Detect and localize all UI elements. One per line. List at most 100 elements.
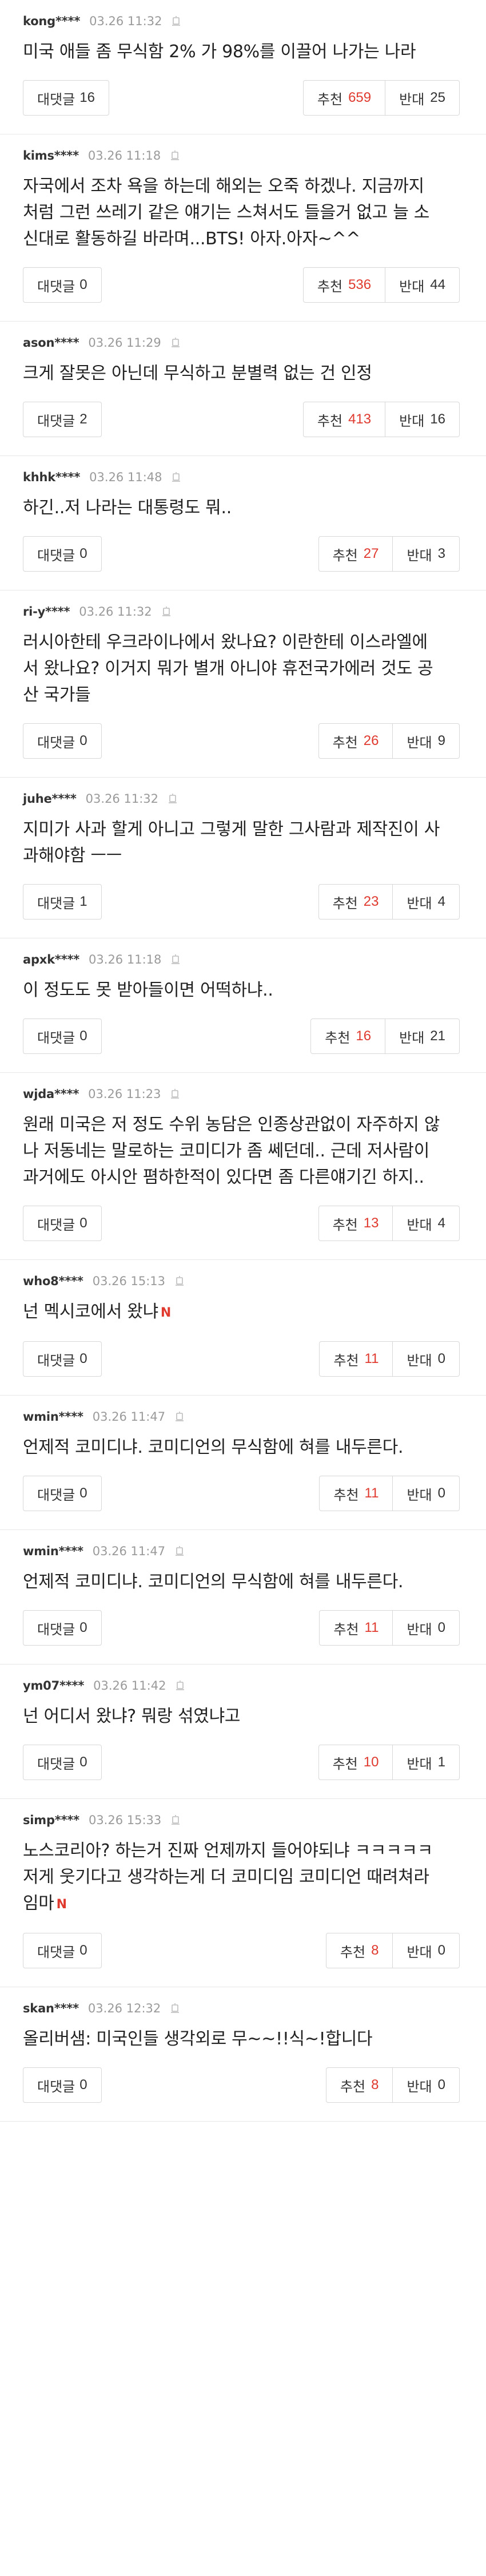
comment-meta: kong**** 03.26 11:32 (23, 0, 460, 34)
downvote-label: 반대 (407, 1944, 432, 1960)
report-icon[interactable] (173, 1410, 186, 1423)
upvote-button[interactable]: 추천 659 (302, 80, 386, 116)
upvote-button[interactable]: 추천 8 (325, 1933, 393, 1968)
reply-button[interactable]: 대댓글 0 (23, 1745, 102, 1780)
reply-button[interactable]: 대댓글 0 (23, 1341, 102, 1377)
downvote-button[interactable]: 반대 16 (385, 402, 460, 437)
report-icon[interactable] (160, 605, 173, 618)
reply-button[interactable]: 대댓글 0 (23, 1610, 102, 1646)
comment-meta: wjda**** 03.26 11:23 (23, 1073, 460, 1107)
comment-username[interactable]: skan**** (23, 2002, 79, 2015)
reply-label: 대댓글 (37, 1030, 75, 1046)
upvote-button[interactable]: 추천 26 (318, 723, 393, 759)
comment-text-line: 처럼 그런 쓰레기 같은 얘기는 스쳐서도 들을거 없고 늘 소 (23, 203, 430, 223)
comment-username[interactable]: ym07**** (23, 1679, 84, 1693)
report-icon[interactable] (170, 15, 182, 27)
reply-button[interactable]: 대댓글 0 (23, 536, 102, 572)
upvote-button[interactable]: 추천 27 (318, 536, 393, 572)
downvote-button[interactable]: 반대 4 (393, 884, 460, 920)
report-icon[interactable] (169, 1088, 181, 1100)
upvote-button[interactable]: 추천 16 (310, 1018, 386, 1054)
downvote-label: 반대 (407, 2079, 432, 2095)
downvote-label: 반대 (407, 548, 432, 564)
reply-count: 0 (79, 277, 87, 292)
reply-button[interactable]: 대댓글 0 (23, 1933, 102, 1968)
report-icon[interactable] (169, 1814, 182, 1826)
upvote-label: 추천 (325, 1030, 350, 1046)
downvote-button[interactable]: 반대 0 (393, 1610, 460, 1646)
downvote-count: 9 (437, 733, 445, 748)
upvote-label: 추천 (317, 279, 343, 295)
comment-item: ri-y**** 03.26 11:32 러시아한테 우크라이나에서 왔나요? … (0, 591, 486, 778)
upvote-button[interactable]: 추천 13 (318, 1206, 393, 1241)
report-icon[interactable] (173, 1275, 186, 1287)
reply-button[interactable]: 대댓글 0 (23, 1476, 102, 1511)
upvote-button[interactable]: 추천 10 (318, 1745, 393, 1780)
comment-username[interactable]: ason**** (23, 336, 79, 350)
upvote-button[interactable]: 추천 11 (319, 1341, 393, 1377)
report-icon[interactable] (169, 953, 182, 966)
reply-count: 0 (79, 2077, 87, 2092)
comment-username[interactable]: juhe**** (23, 792, 77, 806)
upvote-label: 추천 (332, 548, 358, 564)
upvote-button[interactable]: 추천 536 (302, 267, 386, 303)
downvote-button[interactable]: 반대 3 (393, 536, 460, 572)
report-icon[interactable] (173, 1545, 186, 1558)
comment-username[interactable]: simp**** (23, 1813, 79, 1827)
downvote-button[interactable]: 반대 44 (385, 267, 460, 303)
reply-button[interactable]: 대댓글 2 (23, 402, 102, 437)
reply-button[interactable]: 대댓글 0 (23, 267, 102, 303)
reply-button[interactable]: 대댓글 16 (23, 80, 109, 116)
comment-username[interactable]: apxk**** (23, 953, 79, 966)
comment-item: skan**** 03.26 12:32 올리버샘: 미국인들 생각외로 무~~… (0, 1987, 486, 2122)
downvote-button[interactable]: 반대 0 (393, 1476, 460, 1511)
downvote-button[interactable]: 반대 1 (393, 1745, 460, 1780)
comment-username[interactable]: kims**** (23, 149, 79, 163)
comment-username[interactable]: wjda**** (23, 1087, 79, 1101)
reply-count: 0 (79, 546, 87, 561)
downvote-button[interactable]: 반대 21 (385, 1018, 460, 1054)
report-icon[interactable] (174, 1679, 186, 1692)
comment-username[interactable]: who8**** (23, 1274, 83, 1288)
downvote-count: 0 (437, 2077, 445, 2092)
comment-actions: 대댓글 0 추천 10 반대 1 (23, 1730, 460, 1798)
upvote-button[interactable]: 추천 413 (302, 402, 386, 437)
upvote-count: 11 (364, 1485, 379, 1501)
upvote-button[interactable]: 추천 11 (319, 1476, 393, 1511)
reply-button[interactable]: 대댓글 0 (23, 1206, 102, 1241)
upvote-count: 10 (363, 1754, 379, 1770)
downvote-button[interactable]: 반대 4 (393, 1206, 460, 1241)
downvote-label: 반대 (407, 1622, 432, 1638)
downvote-button[interactable]: 반대 9 (393, 723, 460, 759)
reply-button[interactable]: 대댓글 0 (23, 723, 102, 759)
comment-item: kong**** 03.26 11:32 미국 애들 좀 무식함 2% 가 98… (0, 0, 486, 134)
upvote-button[interactable]: 추천 11 (319, 1610, 393, 1646)
comment-text: 지미가 사과 할게 아니고 그렇게 말한 그사람과 제작진이 사 과해야함 ㅡㅡ (23, 812, 460, 869)
downvote-button[interactable]: 반대 0 (393, 2067, 460, 2103)
comment-text-line: 언제적 코미디냐. 코미디언의 무식함에 혀를 내두른다. (23, 1437, 404, 1457)
reply-button[interactable]: 대댓글 0 (23, 2067, 102, 2103)
report-icon[interactable] (169, 336, 182, 349)
comment-username[interactable]: kong**** (23, 14, 80, 28)
comment-item: wmin**** 03.26 11:47 언제적 코미디냐. 코미디언의 무식함… (0, 1530, 486, 1665)
comment-username[interactable]: ri-y**** (23, 605, 70, 619)
comment-username[interactable]: wmin**** (23, 1544, 83, 1558)
reply-label: 대댓글 (37, 548, 75, 564)
upvote-button[interactable]: 추천 8 (325, 2067, 393, 2103)
downvote-button[interactable]: 반대 0 (393, 1341, 460, 1377)
downvote-label: 반대 (407, 1487, 432, 1503)
upvote-count: 536 (348, 277, 372, 292)
comment-username[interactable]: wmin**** (23, 1410, 83, 1424)
upvote-button[interactable]: 추천 23 (318, 884, 393, 920)
downvote-button[interactable]: 반대 0 (393, 1933, 460, 1968)
reply-button[interactable]: 대댓글 1 (23, 884, 102, 920)
reply-button[interactable]: 대댓글 0 (23, 1018, 102, 1054)
report-icon[interactable] (169, 2002, 181, 2015)
upvote-count: 11 (364, 1351, 379, 1366)
downvote-button[interactable]: 반대 25 (385, 80, 460, 116)
report-icon[interactable] (166, 792, 179, 805)
report-icon[interactable] (170, 471, 182, 484)
comment-username[interactable]: khhk**** (23, 470, 80, 484)
report-icon[interactable] (169, 149, 181, 162)
comment-text: 자국에서 조차 욕을 하는데 해외는 오죽 하겠나. 지금까지 처럼 그런 쓰레기… (23, 169, 460, 252)
